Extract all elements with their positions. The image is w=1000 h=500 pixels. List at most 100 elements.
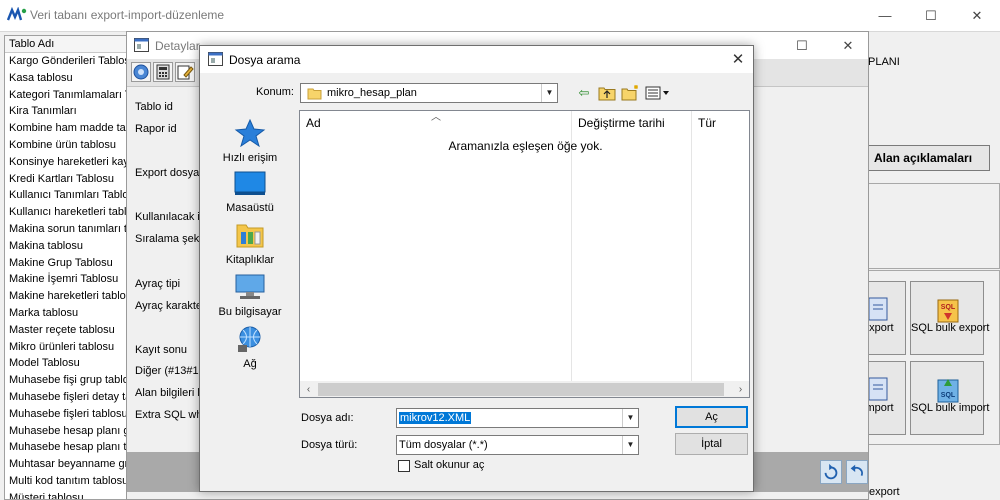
chevron-down-icon[interactable]: ▼ xyxy=(622,436,638,454)
network-icon xyxy=(238,326,261,352)
cancel-button[interactable]: İptal xyxy=(675,433,748,455)
sort-up-icon: ︿ xyxy=(431,112,441,123)
table-list-row[interactable]: Mikro ürünleri tablosu xyxy=(5,339,129,356)
table-list-row[interactable]: Makina tablosu xyxy=(5,238,129,255)
place-desktop[interactable]: Masaüstü xyxy=(207,169,293,214)
table-list-header[interactable]: Tablo Adı xyxy=(5,36,129,53)
new-folder-icon[interactable] xyxy=(621,84,640,101)
places-bar: Hızlı erişim Masaüstü Kitaplıklar Bu bil… xyxy=(207,111,293,399)
table-list-row[interactable]: Model Tablosu xyxy=(5,355,129,372)
up-folder-icon[interactable] xyxy=(598,85,616,101)
filetype-value: Tüm dosyalar (*.*) xyxy=(399,439,488,451)
sql-bulk-import-button[interactable]: SQL SQL bulk import xyxy=(910,361,989,435)
readonly-label[interactable]: Salt okunur aç xyxy=(414,459,484,471)
table-list-row[interactable]: Makine İşemri Tablosu xyxy=(5,271,129,288)
filetype-select[interactable]: Tüm dosyalar (*.*) ▼ xyxy=(396,435,639,455)
table-list-row[interactable]: Kategori Tanımlamaları Tablosu xyxy=(5,87,129,104)
place-quick-access[interactable]: Hızlı erişim xyxy=(207,118,293,164)
table-list-row[interactable]: Kargo Gönderileri Tablosu xyxy=(5,53,129,70)
location-value: mikro_hesap_plan xyxy=(327,87,417,99)
label-diger: Diğer (#13#10) xyxy=(135,365,209,377)
minimize-button[interactable]: — xyxy=(862,0,908,31)
table-list-row[interactable]: Kombine ham madde tablosu xyxy=(5,120,129,137)
bottom-export-label[interactable]: export xyxy=(869,486,900,498)
field-descriptions-button[interactable]: Alan açıklamaları xyxy=(856,145,990,171)
table-list-row[interactable]: Makine Grup Tablosu xyxy=(5,255,129,272)
view-menu-icon[interactable] xyxy=(645,86,671,100)
refresh-button[interactable] xyxy=(820,460,842,484)
open-button[interactable]: Aç xyxy=(675,406,748,428)
column-name[interactable]: Ad xyxy=(306,116,321,130)
table-list-row[interactable]: Konsinye hareketleri kayıtları xyxy=(5,154,129,171)
label-rapor-id: Rapor id xyxy=(135,123,177,135)
table-list-row[interactable]: Master reçete tablosu xyxy=(5,322,129,339)
calculator-button[interactable] xyxy=(153,62,173,82)
file-list[interactable]: Ad ︿ Değiştirme tarihi Tür Aramanızla eş… xyxy=(299,110,750,398)
filename-field[interactable]: mikrov12.XML ▼ xyxy=(396,408,639,428)
dialog-title: Dosya arama xyxy=(229,53,301,67)
table-list-row[interactable]: Makina sorun tanımları tablosu xyxy=(5,221,129,238)
plan-label: PLANI xyxy=(868,56,900,68)
place-label: Bu bilgisayar xyxy=(218,306,282,318)
back-arrow-icon[interactable]: ⇦ xyxy=(574,84,594,102)
place-label: Hızlı erişim xyxy=(222,152,278,164)
table-list-row[interactable]: Multi kod tanıtım tablosu xyxy=(5,473,129,490)
table-list-row[interactable]: Kasa tablosu xyxy=(5,70,129,87)
table-list-row[interactable]: Muhtasar beyanname grupları xyxy=(5,456,129,473)
column-type[interactable]: Tür xyxy=(698,116,716,130)
table-list-row[interactable]: Kombine ürün tablosu xyxy=(5,137,129,154)
filename-value: mikrov12.XML xyxy=(399,412,472,424)
refresh-icon xyxy=(824,463,838,480)
dialog-titlebar: Dosya arama ✕ xyxy=(200,46,753,73)
undo-icon xyxy=(850,464,863,477)
place-this-pc[interactable]: Bu bilgisayar xyxy=(207,273,293,318)
column-date[interactable]: Değiştirme tarihi xyxy=(578,116,665,130)
scrollbar-thumb[interactable] xyxy=(318,383,724,396)
place-libraries[interactable]: Kitaplıklar xyxy=(207,221,293,266)
sql-export-icon: SQL xyxy=(937,299,959,323)
table-list-row[interactable]: Kira Tanımları xyxy=(5,103,129,120)
window-icon xyxy=(134,38,149,52)
edit-icon xyxy=(177,65,194,80)
undo-button[interactable] xyxy=(846,460,868,484)
place-network[interactable]: Ağ xyxy=(207,325,293,370)
close-button[interactable]: ✕ xyxy=(954,0,1000,31)
desktop-icon xyxy=(234,171,266,195)
table-list-row[interactable]: Kredi Kartları Tablosu xyxy=(5,171,129,188)
details-title: Detaylar xyxy=(155,39,200,53)
scroll-left-icon[interactable]: ‹ xyxy=(300,381,317,397)
help-circle-button[interactable] xyxy=(131,62,151,82)
readonly-checkbox[interactable] xyxy=(398,460,410,472)
table-list-row[interactable]: Muhasebe hesap planı tablosu xyxy=(5,439,129,456)
details-close-button[interactable]: ✕ xyxy=(825,32,871,59)
filename-text-wrap: mikrov12.XML xyxy=(399,412,472,424)
label-tablo-id: Tablo id xyxy=(135,101,173,113)
label-export-dosyasi: Export dosyası xyxy=(135,167,208,179)
table-list-row[interactable]: Makine hareketleri tablosu xyxy=(5,288,129,305)
document-icon xyxy=(868,377,888,401)
xml-import-label: import xyxy=(863,402,894,414)
chevron-down-icon[interactable]: ▼ xyxy=(622,409,638,427)
dialog-close-button[interactable]: ✕ xyxy=(723,46,753,73)
libraries-icon xyxy=(236,224,264,248)
main-window-title: Veri tabanı export-import-düzenleme xyxy=(30,8,225,22)
details-maximize-button[interactable]: ☐ xyxy=(779,32,825,59)
table-list[interactable]: Tablo Adı Kargo Gönderileri Tablosu Kasa … xyxy=(4,35,130,500)
edit-button[interactable] xyxy=(175,62,195,82)
chevron-down-icon[interactable]: ▼ xyxy=(541,84,557,102)
horizontal-scrollbar[interactable]: ‹ › xyxy=(300,381,749,397)
table-list-row[interactable]: Kullanıcı Tanımları Tablosu xyxy=(5,187,129,204)
table-list-row[interactable]: Muhasebe fişleri detay tablosu xyxy=(5,389,129,406)
table-list-row[interactable]: Muhasebe fişi grup tablosu xyxy=(5,372,129,389)
table-list-row[interactable]: Marka tablosu xyxy=(5,305,129,322)
location-combo[interactable]: mikro_hesap_plan ▼ xyxy=(300,83,558,103)
table-list-row[interactable]: Müşteri tablosu xyxy=(5,490,129,499)
place-label: Kitaplıklar xyxy=(225,254,275,266)
table-list-row[interactable]: Muhasebe fişleri tablosu xyxy=(5,406,129,423)
scroll-right-icon[interactable]: › xyxy=(732,381,749,397)
label-ayrac-karakteri: Ayraç karakteri xyxy=(135,300,209,312)
table-list-row[interactable]: Muhasebe hesap planı grupları xyxy=(5,423,129,440)
sql-bulk-export-button[interactable]: SQL SQL bulk export xyxy=(910,281,989,355)
maximize-button[interactable]: ☐ xyxy=(908,0,954,31)
table-list-row[interactable]: Kullanıcı hareketleri tablosu xyxy=(5,204,129,221)
